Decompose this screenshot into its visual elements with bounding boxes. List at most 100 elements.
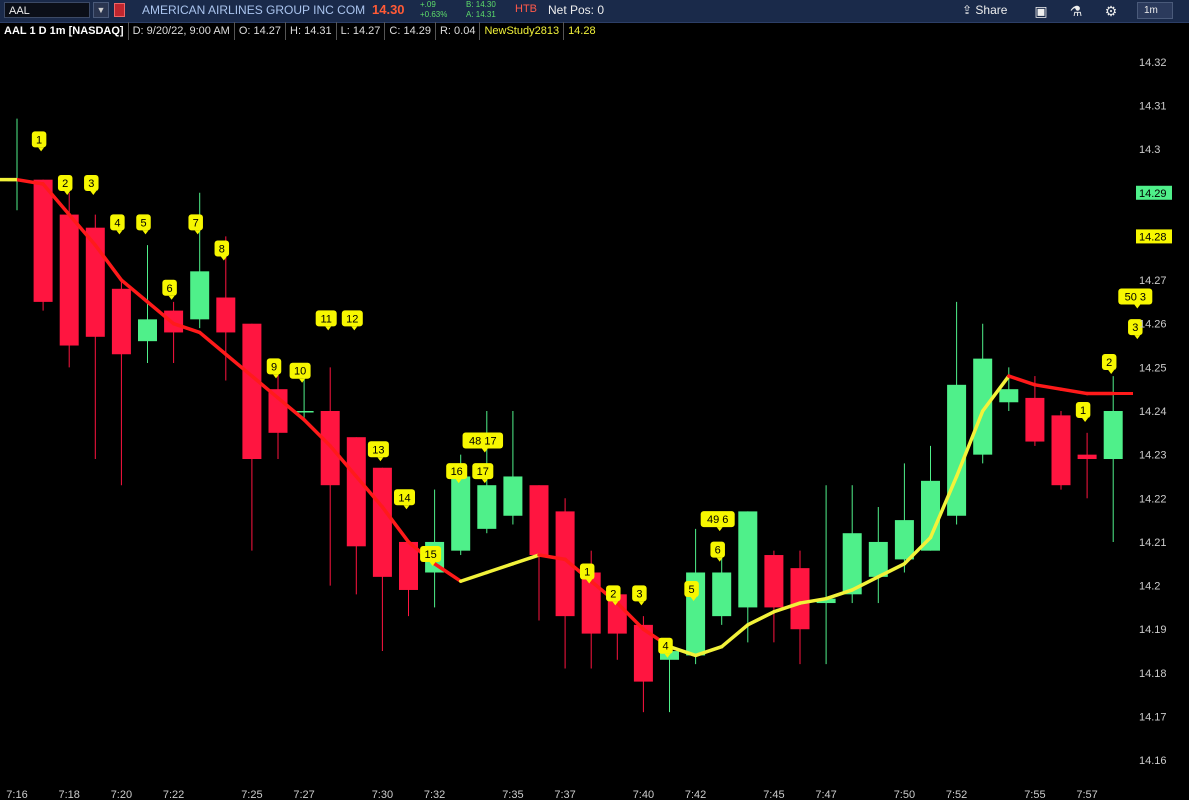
signal-marker: 5 <box>136 214 151 235</box>
signal-marker-label: 6 <box>167 283 173 295</box>
candle-body <box>372 467 392 577</box>
signal-marker-pointer <box>38 147 45 152</box>
signal-marker-pointer <box>325 326 332 331</box>
moving-average-segment <box>719 623 750 649</box>
moving-average-segment <box>197 330 228 357</box>
signal-marker-label: 17 <box>477 466 489 478</box>
y-tick-label: 14.25 <box>1139 362 1167 374</box>
x-tick-label: 7:30 <box>372 789 393 800</box>
signal-marker: 1 <box>31 131 47 152</box>
candle-body <box>973 358 993 455</box>
x-tick-label: 7:47 <box>815 789 836 800</box>
signal-marker-label: 6 <box>715 545 721 557</box>
y-tick-label: 14.24 <box>1139 406 1167 418</box>
y-tick-label: 14.26 <box>1139 319 1167 331</box>
signal-marker-label: 3 <box>636 588 642 600</box>
signal-marker: 2 <box>57 175 73 196</box>
signal-marker-pointer <box>403 505 410 510</box>
signal-marker-label: 49 6 <box>707 514 728 526</box>
y-tick-label: 14.32 <box>1139 57 1167 69</box>
candle-body <box>33 179 53 302</box>
signal-marker: 6 <box>162 279 177 300</box>
x-axis: 7:16 7:18 7:20 7:22 7:25 7:27 7:30 7:32 7:35 7:37… <box>6 789 1098 800</box>
signal-marker: 8 <box>214 240 230 261</box>
moving-average-segment <box>1007 374 1037 387</box>
candle-body <box>242 323 262 460</box>
x-tick-label: 7:42 <box>685 789 706 800</box>
signal-marker-label: 2 <box>62 178 68 190</box>
x-tick-label: 7:52 <box>946 789 967 800</box>
x-tick-label: 7:20 <box>111 789 132 800</box>
candle-body <box>190 271 210 320</box>
signal-marker-label: 16 <box>451 466 463 478</box>
moving-average-segment <box>485 562 515 575</box>
signal-marker-label: 1 <box>36 134 42 146</box>
signal-marker: 17 <box>472 463 494 484</box>
signal-marker: 3 <box>84 175 99 196</box>
x-tick-label: 7:57 <box>1076 789 1097 800</box>
x-tick-label: 7:27 <box>293 789 314 800</box>
x-tick-label: 7:35 <box>502 789 523 800</box>
y-tick-label: 14.27 <box>1139 275 1167 287</box>
study-value-tag-label: 14.28 <box>1139 231 1167 243</box>
candle-body <box>1051 415 1071 486</box>
moving-average-segment <box>1033 383 1063 391</box>
moving-average-segment <box>1059 387 1089 396</box>
signal-marker-label: 10 <box>294 366 306 378</box>
candle-body <box>111 288 131 355</box>
candle-body <box>216 297 236 333</box>
moving-average-segment <box>511 553 541 566</box>
signal-marker-pointer <box>351 326 358 331</box>
signal-marker: 2 <box>1101 353 1117 374</box>
signal-marker: 9 <box>266 358 282 379</box>
y-tick-label: 14.19 <box>1139 624 1167 636</box>
candle-body <box>738 511 758 608</box>
candle-body <box>477 485 497 529</box>
signal-marker: 3 <box>632 585 647 606</box>
y-tick-label: 14.16 <box>1139 755 1167 767</box>
signal-marker-pointer <box>1134 335 1141 340</box>
signal-marker-label: 11 <box>320 313 331 325</box>
y-tick-label: 14.23 <box>1139 450 1167 462</box>
candle-body <box>1025 397 1045 442</box>
x-tick-label: 7:50 <box>894 789 915 800</box>
candle-body <box>138 319 157 342</box>
signal-marker-label: 15 <box>424 549 436 561</box>
signal-marker-label: 1 <box>1080 405 1086 417</box>
signal-marker-pointer <box>377 457 384 462</box>
signal-marker-pointer <box>116 230 123 235</box>
study-value-tag: 14.28 <box>1136 229 1172 244</box>
last-price-tag-label: 14.29 <box>1139 188 1167 200</box>
signal-marker-label: 5 <box>689 584 695 596</box>
candle-body <box>451 476 471 551</box>
signal-marker-label: 2 <box>1106 357 1112 369</box>
x-tick-label: 7:32 <box>424 789 445 800</box>
price-chart[interactable]: 12 34 56789 1011 1213141516 1748 1712 345649 6… <box>0 0 1189 800</box>
moving-average-segment <box>746 610 776 627</box>
signal-marker-label: 3 <box>88 178 94 190</box>
signal-marker-label: 4 <box>662 641 668 653</box>
moving-average-segment <box>432 562 463 583</box>
y-tick-label: 14.17 <box>1139 712 1167 724</box>
y-tick-label: 14.21 <box>1139 537 1167 549</box>
signal-marker-label: 4 <box>114 217 120 229</box>
signal-marker-pointer <box>90 191 97 196</box>
candle-body <box>1077 454 1097 460</box>
signal-marker-label: 14 <box>398 492 410 504</box>
candle-body <box>529 485 549 556</box>
x-tick-label: 7:16 <box>6 789 27 800</box>
signal-marker: 10 <box>289 362 311 383</box>
candles-layer <box>7 118 1123 713</box>
candle-body <box>764 555 784 608</box>
signal-marker-label: 48 17 <box>469 436 497 448</box>
x-tick-label: 7:22 <box>163 789 184 800</box>
candle-body <box>921 480 940 551</box>
signal-marker: 50 3 <box>1118 288 1153 309</box>
candle-body <box>59 214 79 346</box>
signal-marker-label: 3 <box>1132 322 1138 334</box>
y-tick-label: 14.22 <box>1139 493 1167 505</box>
signal-marker-label: 9 <box>271 361 277 373</box>
candle-body <box>712 572 732 617</box>
signal-marker-pointer <box>1134 304 1141 309</box>
y-tick-label: 14.2 <box>1139 581 1160 593</box>
